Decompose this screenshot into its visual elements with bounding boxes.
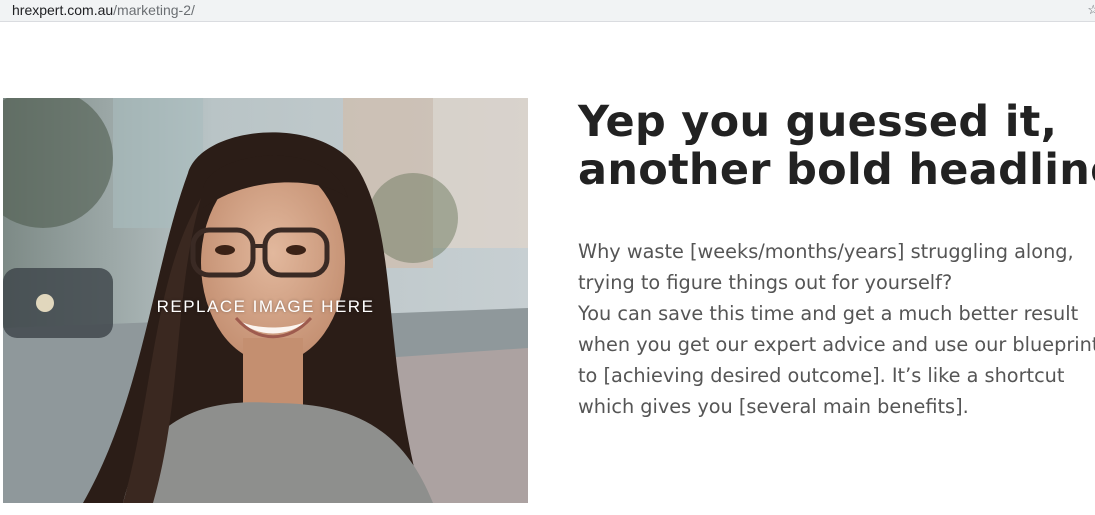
- headline-line: Yep you guessed it,: [578, 97, 1058, 147]
- body-line: to [achieving desired outcome]. It’s lik…: [578, 364, 1065, 387]
- browser-address-bar[interactable]: hrexpert.com.au/marketing-2/ ☆: [0, 0, 1095, 22]
- body-line: Why waste [weeks/months/years] strugglin…: [578, 240, 1074, 263]
- body-line: which gives you [several main benefits].: [578, 395, 969, 418]
- body-line: You can save this time and get a much be…: [578, 302, 1079, 325]
- body-paragraph: Why waste [weeks/months/years] strugglin…: [578, 236, 1095, 422]
- body-line: when you get our expert advice and use o…: [578, 333, 1095, 356]
- headline-line: another bold headline: [578, 145, 1095, 195]
- url-domain: hrexpert.com.au: [12, 2, 114, 18]
- url-path: /marketing-2/: [113, 2, 195, 18]
- url-text[interactable]: hrexpert.com.au/marketing-2/: [12, 1, 195, 19]
- hero-image: REPLACE IMAGE HERE: [3, 98, 528, 503]
- star-icon[interactable]: ☆: [1087, 2, 1095, 18]
- content-section: Yep you guessed it, another bold headlin…: [578, 98, 1095, 422]
- replace-image-label: REPLACE IMAGE HERE: [156, 297, 375, 316]
- page-headline: Yep you guessed it, another bold headlin…: [578, 98, 1095, 194]
- body-line: trying to figure things out for yourself…: [578, 271, 953, 294]
